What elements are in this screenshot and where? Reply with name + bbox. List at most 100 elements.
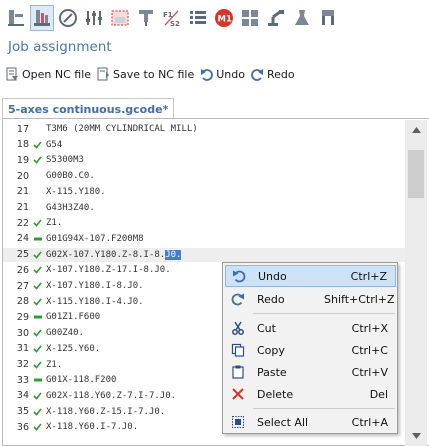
redo-button[interactable]: Redo	[251, 68, 295, 81]
check-icon	[29, 251, 46, 259]
code-text: Z1.	[46, 218, 62, 228]
menu-item-paste-shortcut: Ctrl+V	[351, 365, 388, 379]
robot-button[interactable]	[264, 5, 288, 31]
code-text-content: X-107.Y180.I-8.J0.	[46, 281, 144, 291]
code-line[interactable]: 25 G02X-107.Y180.Z-8.I-8.J0.	[3, 247, 405, 262]
code-text: S5300M3	[46, 155, 84, 165]
code-text-content: G02X-118.Y60.Z-7.I-7.J0.	[46, 390, 177, 401]
open-nc-file-button[interactable]: Open NC file	[6, 67, 91, 81]
lab-icon	[295, 10, 309, 25]
code-text-content: G00Z40.	[46, 328, 84, 339]
line-number: 27	[16, 280, 29, 292]
action-bar: Open NC file Save to NC file Undo Redo	[6, 64, 301, 84]
check-icon	[29, 298, 46, 306]
menu-item-cut-label: Cut	[257, 321, 276, 335]
grid-icon	[242, 10, 258, 26]
save-file-icon	[97, 67, 110, 81]
code-text-content: G01Z1.F600	[46, 312, 101, 323]
save-to-nc-file-button[interactable]: Save to NC file	[97, 67, 194, 81]
chevron-down-icon	[411, 433, 421, 439]
feed-speed-button[interactable]: F1 S2	[160, 5, 184, 31]
save-to-nc-file-label: Save to NC file	[113, 67, 195, 81]
undo-icon	[201, 68, 214, 81]
code-text: T3M6 (20MM CYLINDRICAL MILL)	[46, 124, 198, 134]
line-number: 20	[16, 170, 29, 182]
line-number: 35	[16, 406, 29, 418]
menu-item-copy[interactable]: Copy Ctrl+C	[225, 339, 396, 361]
job-assignment-button[interactable]	[30, 5, 54, 31]
code-line[interactable]: 22 Z1.	[3, 216, 405, 230]
grid-button[interactable]	[238, 5, 262, 31]
stock-button[interactable]	[108, 5, 132, 31]
code-text-content: X-115.Y180.I-4.J0.	[46, 296, 144, 307]
list-icon	[190, 11, 206, 24]
code-line[interactable]: 20 G00B0.C0.	[3, 169, 405, 183]
code-text: G01X-118.F200	[46, 375, 116, 385]
delete-icon	[232, 388, 244, 400]
open-nc-file-label: Open NC file	[22, 67, 92, 81]
line-number: 22	[16, 217, 29, 229]
sliders-icon	[86, 11, 102, 25]
compass-icon	[59, 9, 77, 27]
machine-setup-button[interactable]	[4, 5, 28, 31]
code-line[interactable]: 19 S5300M3	[3, 153, 405, 167]
code-line[interactable]: 17 T3M6 (20MM CYLINDRICAL MILL)	[3, 122, 405, 136]
code-line[interactable]: 18 G54	[3, 138, 405, 152]
code-text-content: G02X-107.Y180.Z-8.I-8.	[46, 249, 166, 260]
menu-item-delete[interactable]: Delete Del	[225, 383, 396, 405]
menu-item-delete-label: Delete	[257, 387, 294, 401]
undo-button[interactable]: Undo	[200, 68, 245, 81]
gripper-icon	[322, 10, 334, 25]
menu-item-undo-shortcut: Ctrl+Z	[350, 269, 387, 283]
menu-item-paste[interactable]: Paste Ctrl+V	[225, 361, 396, 383]
code-text: X-115.Y180.I-4.J0.	[46, 297, 144, 307]
redo-label: Redo	[267, 67, 295, 81]
check-icon	[29, 141, 46, 149]
menu-item-cut[interactable]: Cut Ctrl+X	[225, 317, 396, 339]
open-file-icon	[6, 67, 18, 81]
lab-button[interactable]	[290, 5, 314, 31]
code-text-content: G01X-118.F200	[46, 375, 117, 386]
tool-button[interactable]	[134, 5, 158, 31]
menu-item-select-all-label: Select All	[257, 415, 309, 429]
code-line[interactable]: 24 G01G94X-107.F200M8	[3, 232, 405, 246]
code-text: G02X-107.Y180.Z-8.I-8.J0.	[46, 249, 182, 260]
code-line[interactable]: 21 X-115.Y180.	[3, 185, 405, 199]
scroll-down-arrow[interactable]	[405, 428, 427, 444]
dash-icon	[29, 237, 46, 241]
main-toolbar: F1 S2 M1	[0, 0, 429, 36]
line-number: 21	[16, 186, 29, 198]
f1-s2-icon: F1 S2	[163, 10, 180, 28]
code-text: X-118.Y60.Z-15.I-7.J0.	[46, 407, 165, 417]
undo-label: Undo	[216, 67, 245, 81]
check-icon	[29, 360, 46, 369]
line-number: 34	[16, 390, 29, 402]
scroll-thumb[interactable]	[408, 150, 424, 198]
compass-button[interactable]	[56, 5, 80, 31]
menu-item-select-all-shortcut: Ctrl+A	[351, 415, 388, 429]
scroll-up-arrow[interactable]	[405, 122, 427, 138]
paste-icon	[232, 365, 244, 379]
context-menu: Undo Ctrl+Z Redo Shift+Ctrl+Z Cut Ctrl+X…	[222, 262, 398, 434]
code-text-content: G01G94X-107.F200M8	[46, 233, 144, 244]
line-number: 31	[16, 343, 29, 355]
check-icon	[29, 282, 46, 290]
copy-icon	[231, 343, 245, 357]
gripper-button[interactable]	[316, 5, 340, 31]
menu-item-undo[interactable]: Undo Ctrl+Z	[225, 265, 396, 287]
menu-item-select-all[interactable]: Select All Ctrl+A	[225, 411, 396, 433]
vertical-scrollbar[interactable]	[405, 120, 427, 446]
line-number: 30	[16, 327, 29, 339]
code-text: G43H3Z40.	[46, 203, 95, 213]
list-button[interactable]	[186, 5, 210, 31]
menu-item-redo[interactable]: Redo Shift+Ctrl+Z	[225, 288, 396, 310]
sliders-button[interactable]	[82, 5, 106, 31]
menu-item-copy-label: Copy	[257, 343, 285, 357]
tab-document[interactable]: 5-axes continuous.gcode*	[2, 98, 175, 119]
code-line[interactable]: 21 G43H3Z40.	[3, 201, 405, 215]
m-code-button[interactable]: M1	[212, 5, 236, 31]
line-number: 32	[16, 359, 29, 370]
code-text-content: X-125.Y60.	[46, 343, 101, 354]
code-text: X-125.Y60.	[46, 344, 100, 354]
check-icon	[29, 423, 46, 431]
